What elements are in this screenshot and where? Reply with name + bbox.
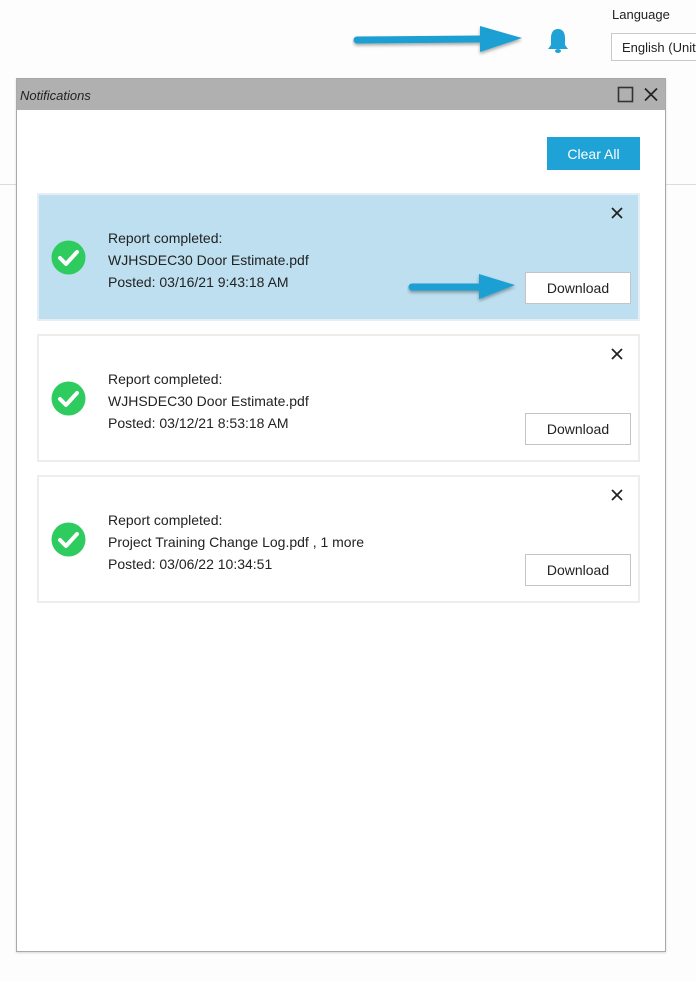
notification-title: Report completed: [108,512,223,528]
notification-posted: Posted: 03/12/21 8:53:18 AM [108,415,289,431]
notification-posted: Posted: 03/06/22 10:34:51 [108,556,273,572]
clear-all-button[interactable]: Clear All [547,137,640,170]
panel-title: Notifications [20,88,91,103]
annotation-arrow-icon [353,26,522,52]
dismiss-icon[interactable] [609,205,625,221]
notification-title: Report completed: [108,371,223,387]
check-circle-icon [51,240,86,275]
notification-card: Report completed: Project Training Chang… [37,475,640,603]
download-button[interactable]: Download [525,413,631,445]
notification-text: Report completed: Project Training Chang… [108,509,364,575]
notification-text: Report completed: WJHSDEC30 Door Estimat… [108,227,309,293]
panel-titlebar[interactable]: Notifications [17,79,665,110]
notification-card: Report completed: WJHSDEC30 Door Estimat… [37,193,640,321]
annotation-arrow-icon [408,274,515,299]
notification-posted: Posted: 03/16/21 9:43:18 AM [108,274,289,290]
close-icon[interactable] [643,86,659,103]
notification-title: Report completed: [108,230,223,246]
check-circle-icon [51,522,86,557]
download-button[interactable]: Download [525,272,631,304]
maximize-icon[interactable] [617,86,634,103]
language-select[interactable]: English (United States) [611,33,696,61]
dismiss-icon[interactable] [609,487,625,503]
notification-card: Report completed: WJHSDEC30 Door Estimat… [37,334,640,462]
check-circle-icon [51,381,86,416]
notification-file: Project Training Change Log.pdf , 1 more [108,534,365,550]
notification-text: Report completed: WJHSDEC30 Door Estimat… [108,368,309,434]
notifications-panel: Notifications Clear All Report completed… [16,78,666,952]
notification-file: WJHSDEC30 Door Estimate.pdf [108,252,309,268]
language-label: Language [612,7,670,22]
notification-file: WJHSDEC30 Door Estimate.pdf [108,393,309,409]
download-button[interactable]: Download [525,554,631,586]
bell-icon[interactable] [547,28,569,54]
dismiss-icon[interactable] [609,346,625,362]
